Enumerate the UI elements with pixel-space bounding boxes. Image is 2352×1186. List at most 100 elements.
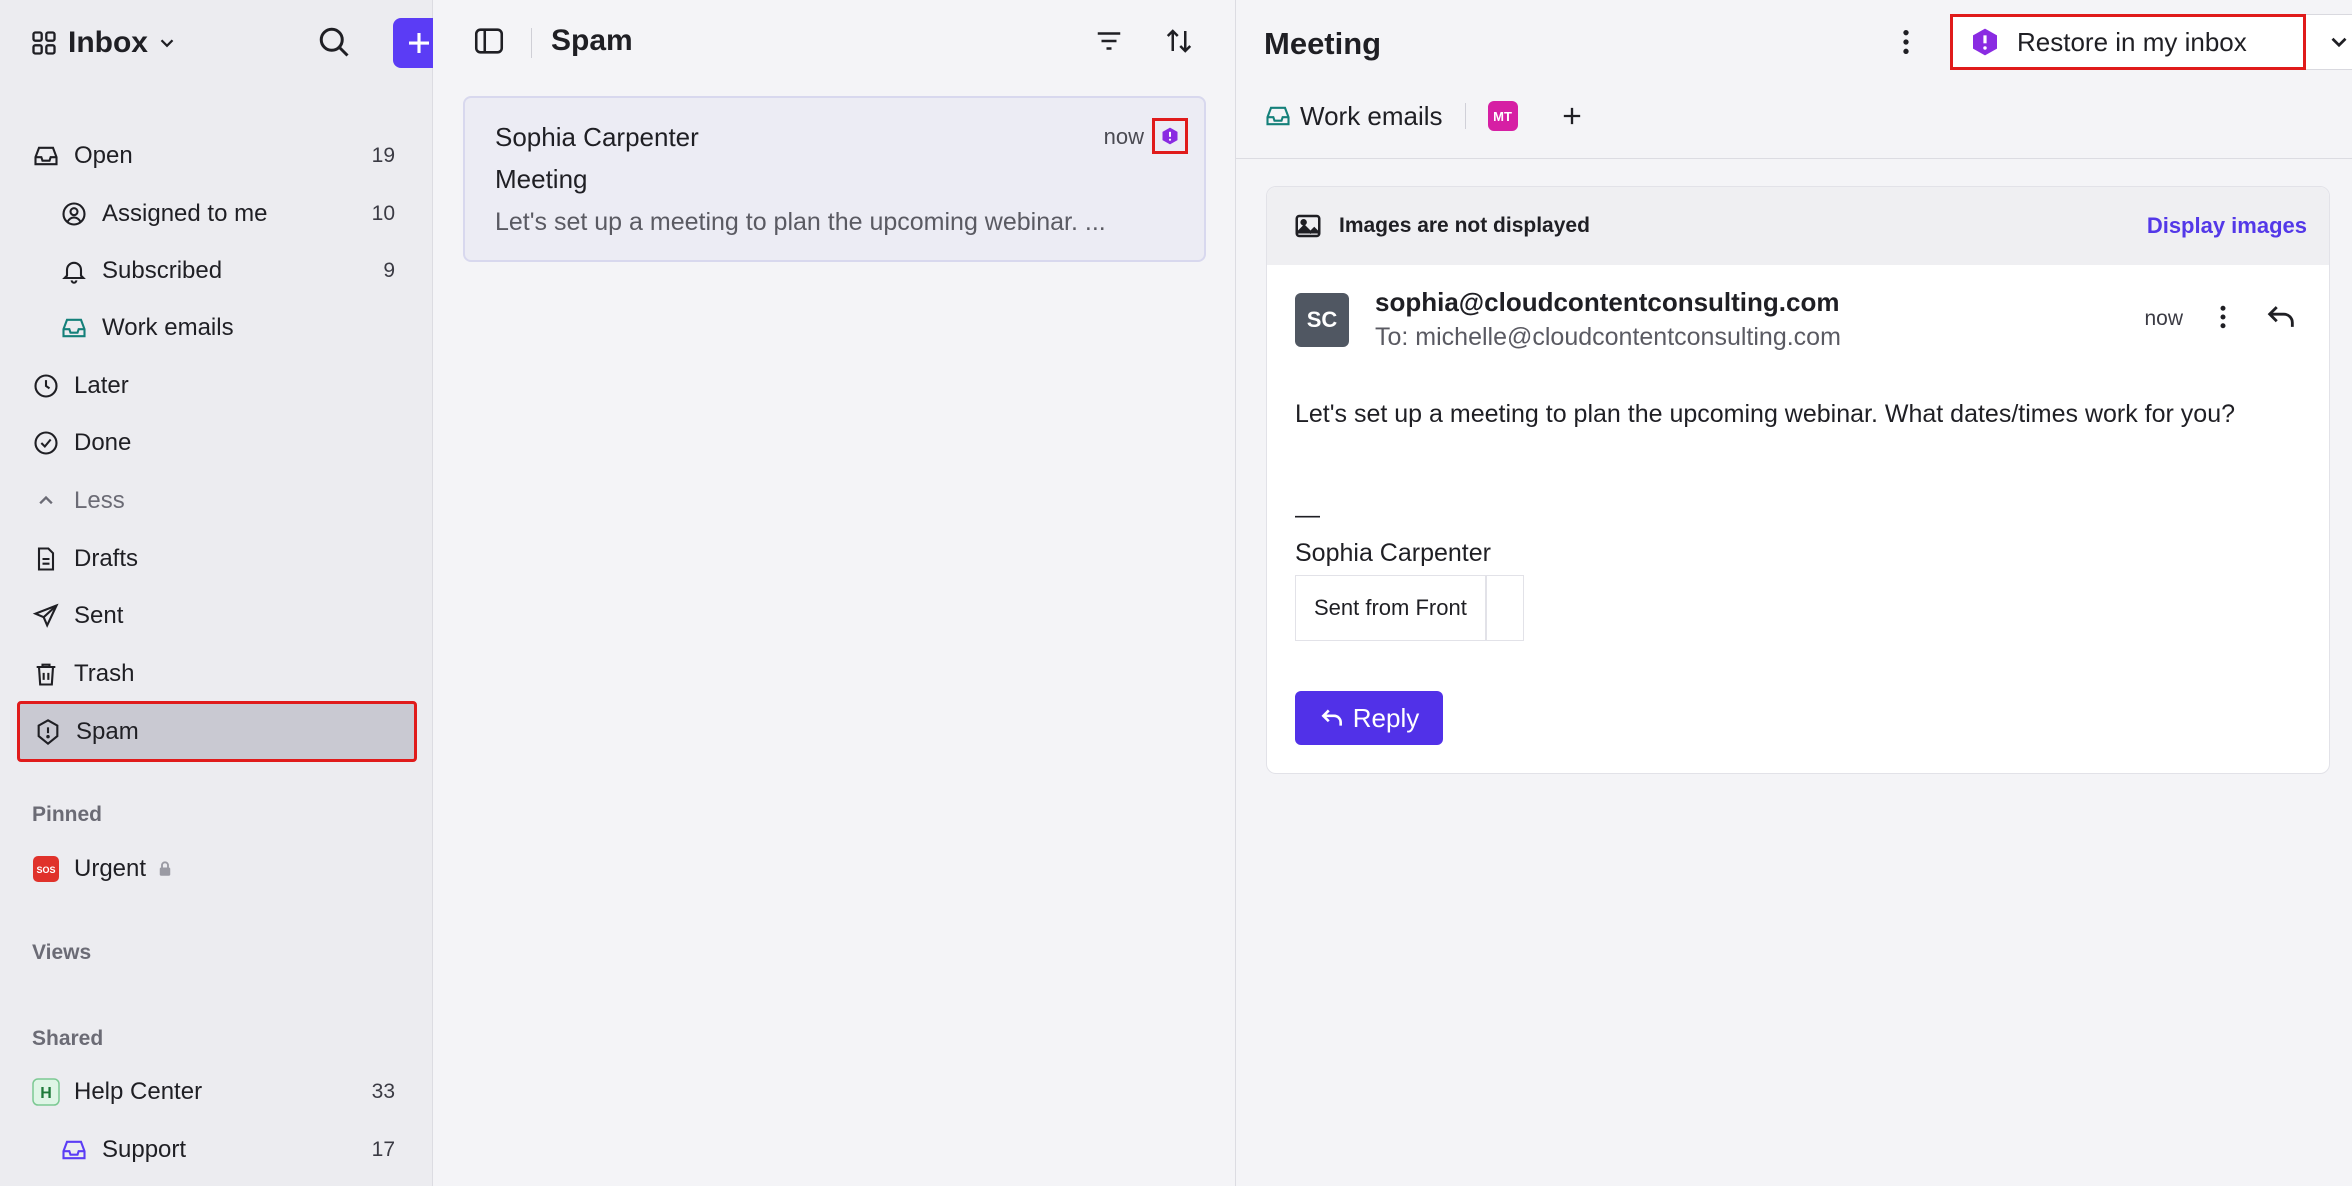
nav-trash[interactable]: Trash xyxy=(18,648,416,700)
nav-drafts[interactable]: Drafts xyxy=(18,533,416,585)
restore-label: Restore in my inbox xyxy=(2017,26,2247,57)
sender-avatar: SC xyxy=(1295,293,1349,347)
message-body: Let's set up a meeting to plan the upcom… xyxy=(1295,400,2236,428)
nav-sent[interactable]: Sent xyxy=(18,590,416,642)
send-icon xyxy=(32,603,59,628)
shield-alert-icon xyxy=(37,718,59,745)
workspace-name: Inbox xyxy=(68,26,148,59)
message-time: now xyxy=(2144,307,2183,330)
spam-hexagon-icon xyxy=(1973,28,1997,56)
nav-spam[interactable]: Spam xyxy=(17,701,417,762)
pinned-urgent[interactable]: SOS Urgent xyxy=(18,843,416,895)
nav-done[interactable]: Done xyxy=(18,417,416,469)
help-center-badge-icon: H xyxy=(32,1078,60,1106)
nav-label: Later xyxy=(74,372,129,399)
signature-cell: Sent from Front xyxy=(1295,575,1486,641)
nav-open[interactable]: Open 19 xyxy=(18,130,416,182)
reply-button[interactable]: Reply xyxy=(1295,691,1443,745)
nav-count: 17 xyxy=(371,1138,395,1161)
reply-label: Reply xyxy=(1352,702,1420,733)
sidebar: Inbox Open 19 Assigned to me 10 Subscrib… xyxy=(0,0,445,1186)
nav-count: 33 xyxy=(371,1080,395,1103)
more-actions-button[interactable] xyxy=(1886,22,1926,62)
conversation-detail-pane: Meeting Restore in my inbox Work emails … xyxy=(1236,0,2352,1186)
image-icon xyxy=(1295,214,1321,238)
inbox-purple-icon xyxy=(62,1140,86,1160)
sort-button[interactable] xyxy=(1159,21,1199,61)
conversation-snippet: Let's set up a meeting to plan the upcom… xyxy=(495,208,1106,236)
nav-subscribed[interactable]: Subscribed 9 xyxy=(18,245,416,297)
nav-label: Support xyxy=(102,1136,187,1163)
inbox-tag-label: Work emails xyxy=(1300,100,1443,131)
toggle-sidebar-button[interactable] xyxy=(469,21,509,61)
search-button[interactable] xyxy=(316,24,356,64)
nav-label: Sent xyxy=(74,602,124,629)
conversation-sender: Sophia Carpenter xyxy=(495,122,699,152)
more-vertical-icon xyxy=(2220,305,2226,329)
reply-arrow-icon xyxy=(1321,709,1342,726)
message-reply-button[interactable] xyxy=(2261,297,2301,337)
more-vertical-icon xyxy=(1903,30,1909,54)
workspace-switcher[interactable]: Inbox xyxy=(30,26,178,60)
header-divider xyxy=(1236,158,2352,159)
nav-later[interactable]: Later xyxy=(18,360,416,412)
tag-divider xyxy=(1464,103,1466,129)
sos-icon: SOS xyxy=(33,856,59,882)
add-tag-button[interactable] xyxy=(1558,102,1586,130)
trash-icon xyxy=(36,663,56,686)
apps-grid-icon xyxy=(32,31,56,55)
sender-email: sophia@cloudcontentconsulting.com xyxy=(1375,287,1840,317)
assignee-avatar[interactable]: MT xyxy=(1487,101,1518,131)
message-more-button[interactable] xyxy=(2203,297,2243,337)
conversation-item[interactable]: Sophia Carpenter now Meeting Let's set u… xyxy=(463,96,1206,262)
header-divider xyxy=(531,28,532,58)
shared-support[interactable]: Support 17 xyxy=(18,1124,416,1176)
conversation-title: Meeting xyxy=(1264,26,1382,61)
nav-work-emails[interactable]: Work emails xyxy=(18,302,416,354)
bell-icon xyxy=(62,261,86,284)
restore-options-dropdown[interactable] xyxy=(2306,14,2352,70)
nav-count: 19 xyxy=(371,144,395,167)
sort-arrows-icon xyxy=(1166,29,1192,53)
tag-bar: Work emails MT xyxy=(1264,96,1586,136)
sidebar-header: Inbox xyxy=(30,18,445,68)
recipient-email: To: michelle@cloudcontentconsulting.com xyxy=(1375,323,1841,351)
shared-help-center[interactable]: H Help Center 33 xyxy=(18,1066,416,1118)
nav-less-toggle[interactable]: Less xyxy=(18,475,416,527)
conversation-subject: Meeting xyxy=(495,164,588,194)
views-heading: Views xyxy=(32,941,92,964)
document-icon xyxy=(37,547,55,571)
images-notice: Images are not displayed xyxy=(1339,214,1590,237)
spam-indicator[interactable] xyxy=(1152,118,1188,154)
plus-icon xyxy=(409,33,429,53)
sidebar-toggle-icon xyxy=(474,28,504,54)
inbox-teal-icon xyxy=(1266,106,1290,126)
nav-label: Done xyxy=(74,429,132,456)
nav-label: Work emails xyxy=(102,314,234,341)
nav-label: Less xyxy=(74,487,125,514)
plus-icon xyxy=(1563,107,1580,125)
signature-name: Sophia Carpenter xyxy=(1295,539,1491,567)
inbox-icon xyxy=(34,146,58,166)
nav-label: Urgent xyxy=(74,855,147,882)
nav-count: 10 xyxy=(371,202,395,225)
conversation-list-pane: Spam Sophia Carpenter now Meeting Let's … xyxy=(433,0,1236,1186)
nav-label: Help Center xyxy=(74,1078,203,1105)
lock-icon xyxy=(159,861,171,876)
chevron-down-icon xyxy=(2331,37,2346,48)
signature-separator: — xyxy=(1295,501,1320,529)
clock-icon xyxy=(34,374,58,398)
check-circle-icon xyxy=(34,431,58,455)
nav-count: 9 xyxy=(383,259,395,282)
restore-in-inbox-button[interactable]: Restore in my inbox xyxy=(1950,14,2306,70)
nav-label: Assigned to me xyxy=(102,200,268,227)
display-images-link[interactable]: Display images xyxy=(2147,213,2307,239)
nav-label: Subscribed xyxy=(102,257,223,284)
nav-assigned-to-me[interactable]: Assigned to me 10 xyxy=(18,188,416,240)
inbox-tag[interactable]: Work emails xyxy=(1264,101,1443,132)
filter-icon xyxy=(1097,32,1121,50)
spam-hexagon-icon xyxy=(1162,127,1178,145)
list-title: Spam xyxy=(551,24,633,57)
filter-button[interactable] xyxy=(1089,21,1129,61)
nav-label: Trash xyxy=(74,660,135,687)
